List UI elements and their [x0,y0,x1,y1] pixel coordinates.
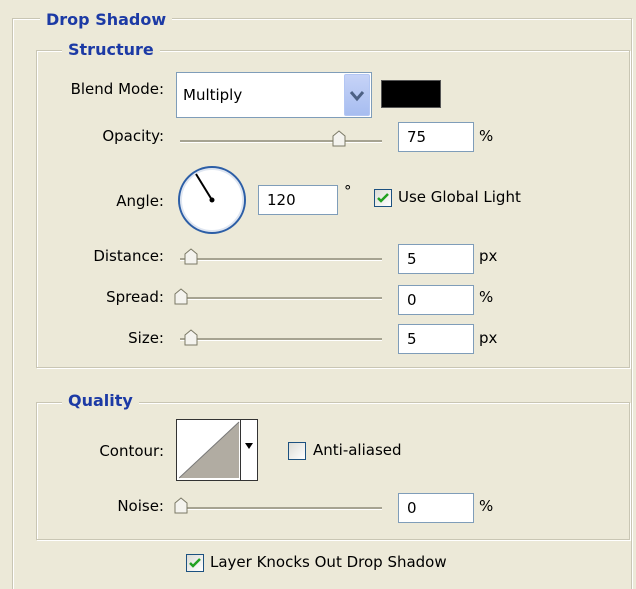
structure-title: Structure [62,40,160,60]
blend-mode-value: Multiply [183,86,243,104]
opacity-unit: % [479,127,494,145]
spread-slider-thumb[interactable] [174,288,188,306]
blend-mode-select[interactable]: Multiply [176,72,372,118]
spread-label: Spread: [106,288,164,306]
angle-label: Angle: [116,192,164,210]
noise-slider-track[interactable] [180,507,382,510]
noise-input[interactable]: 0 [398,493,474,523]
distance-slider-track[interactable] [180,258,382,261]
drop-shadow-title: Drop Shadow [40,10,173,30]
opacity-label: Opacity: [102,127,164,145]
layer-knocks-out-label[interactable]: Layer Knocks Out Drop Shadow [210,552,447,572]
layer-knocks-out-checkbox[interactable] [186,554,204,572]
spread-slider-track[interactable] [180,297,382,300]
spread-unit: % [479,288,494,306]
size-slider-track[interactable] [180,338,382,341]
distance-label: Distance: [93,247,164,265]
anti-aliased-label[interactable]: Anti-aliased [313,440,402,460]
size-input[interactable]: 5 [398,324,474,354]
use-global-light-label[interactable]: Use Global Light [398,187,521,207]
use-global-light-checkbox[interactable] [374,189,392,207]
distance-slider-thumb[interactable] [184,248,198,266]
size-label: Size: [128,329,164,347]
noise-unit: % [479,497,494,515]
distance-unit: px [479,247,498,265]
size-unit: px [479,329,498,347]
blend-mode-label: Blend Mode: [70,80,164,98]
angle-input[interactable]: 120 [258,185,338,215]
opacity-slider-track[interactable] [180,140,382,143]
distance-input[interactable]: 5 [398,244,474,274]
size-slider-thumb[interactable] [184,329,198,347]
spread-input[interactable]: 0 [398,285,474,315]
quality-title: Quality [62,391,139,411]
noise-label: Noise: [117,497,164,515]
angle-unit: ° [344,182,352,200]
anti-aliased-checkbox[interactable] [288,442,306,460]
quality-group [36,402,630,540]
opacity-slider-thumb[interactable] [332,130,346,148]
chevron-down-icon[interactable] [344,74,370,116]
noise-slider-thumb[interactable] [174,497,188,515]
contour-dropdown-icon[interactable] [240,420,257,480]
shadow-color-swatch[interactable] [381,80,441,108]
opacity-input[interactable]: 75 [398,122,474,152]
contour-label: Contour: [99,442,164,460]
contour-preview-icon [179,421,240,479]
angle-dial[interactable] [175,163,249,237]
contour-picker[interactable] [176,419,258,481]
